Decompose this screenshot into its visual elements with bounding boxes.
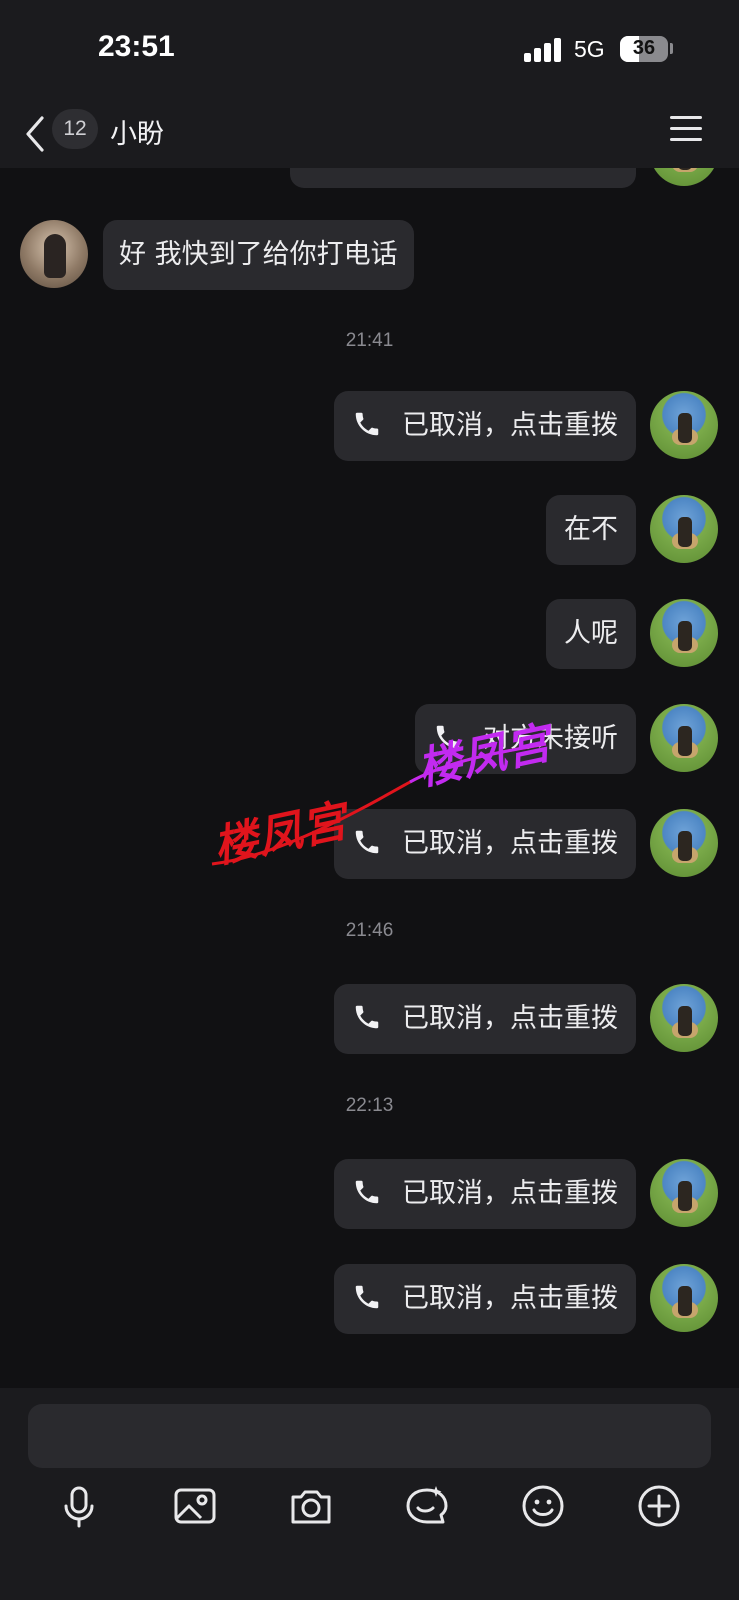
phone-icon [355, 1285, 379, 1308]
call-status-text: 已取消，点击重拨 [402, 1003, 618, 1034]
battery-icon: 36 [620, 36, 668, 62]
call-status-text: 已取消，点击重拨 [402, 1178, 618, 1209]
timestamp: 21:46 [345, 920, 394, 941]
timestamp: 21:41 [345, 330, 394, 351]
my-avatar[interactable] [650, 168, 718, 186]
microphone-icon[interactable] [55, 1482, 103, 1530]
my-avatar[interactable] [650, 495, 718, 563]
phone-icon [355, 412, 379, 435]
my-avatar[interactable] [650, 809, 718, 877]
emoji-icon[interactable] [519, 1482, 567, 1530]
my-avatar[interactable] [650, 1264, 718, 1332]
plus-icon[interactable] [635, 1482, 683, 1530]
phone-icon [355, 1005, 379, 1028]
composer-bar [0, 1388, 739, 1600]
call-bubble[interactable]: 已取消，点击重拨 [334, 1264, 636, 1334]
menu-button[interactable] [668, 114, 704, 144]
my-avatar[interactable] [650, 704, 718, 772]
unread-count-badge[interactable]: 12 [52, 109, 98, 149]
message-bubble[interactable]: 人呢 [546, 599, 636, 669]
sticker-icon[interactable] [403, 1482, 451, 1530]
my-avatar[interactable] [650, 984, 718, 1052]
camera-icon[interactable] [287, 1482, 335, 1530]
call-status-text: 已取消，点击重拨 [402, 1283, 618, 1314]
status-bar: 23:51 5G 36 [0, 0, 739, 100]
contact-avatar[interactable] [20, 220, 88, 288]
message-input[interactable] [28, 1404, 711, 1468]
call-status-text: 已取消，点击重拨 [402, 410, 618, 441]
network-type: 5G [574, 36, 605, 62]
my-avatar[interactable] [650, 599, 718, 667]
message-bubble-partial[interactable] [290, 168, 636, 188]
my-avatar[interactable] [650, 391, 718, 459]
signal-icon [524, 38, 564, 62]
message-bubble[interactable]: 好 我快到了给你打电话 [103, 220, 414, 290]
message-bubble[interactable]: 在不 [546, 495, 636, 565]
my-avatar[interactable] [650, 1159, 718, 1227]
timestamp: 22:13 [345, 1095, 394, 1116]
contact-name[interactable]: 小盼 [110, 112, 164, 151]
call-bubble[interactable]: 已取消，点击重拨 [334, 984, 636, 1054]
image-icon[interactable] [171, 1482, 219, 1530]
call-bubble[interactable]: 已取消，点击重拨 [334, 1159, 636, 1229]
status-time: 23:51 [98, 30, 175, 63]
chat-header: 12 小盼 [0, 100, 739, 168]
battery-tip [670, 43, 673, 54]
battery-level: 36 [632, 37, 656, 59]
menu-icon [670, 116, 702, 119]
phone-icon [355, 1180, 379, 1203]
call-bubble[interactable]: 已取消，点击重拨 [334, 391, 636, 461]
